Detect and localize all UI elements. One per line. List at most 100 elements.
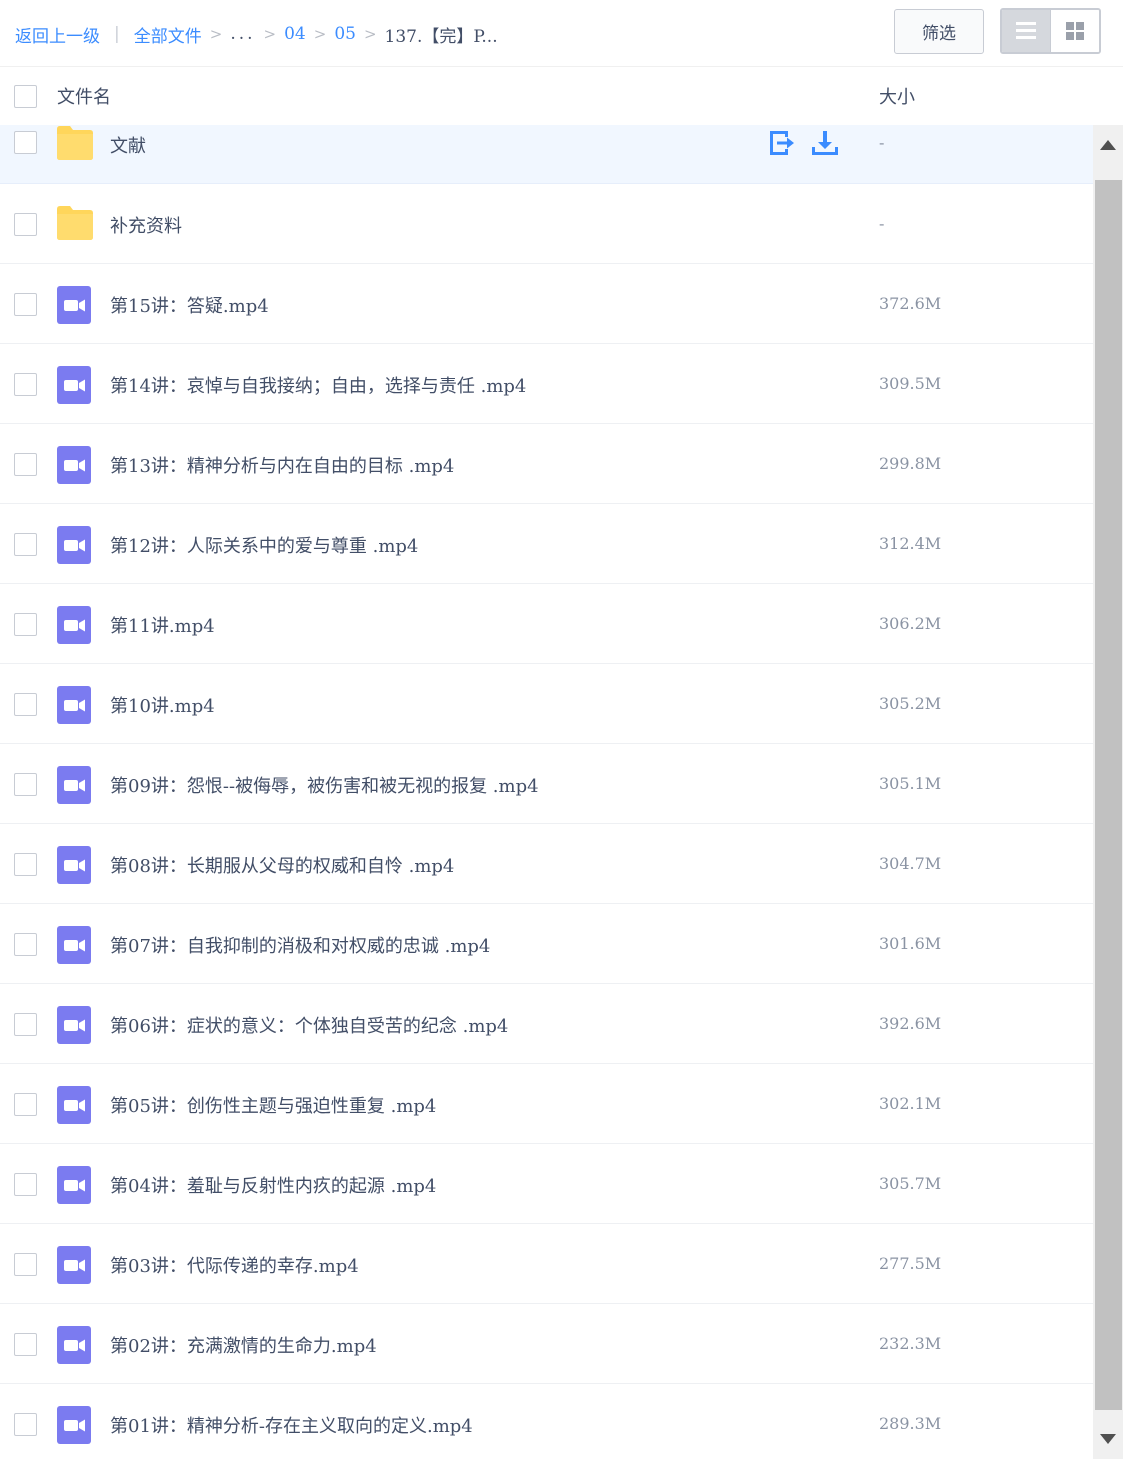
row-checkbox[interactable] [14,131,37,154]
list-item[interactable]: 第03讲：代际传递的幸存.mp4 277.5M [0,1224,1093,1304]
row-checkbox[interactable] [14,1333,37,1356]
name-column-header[interactable]: 文件名 [57,83,111,109]
filter-button[interactable]: 筛选 [894,9,984,54]
breadcrumb-root[interactable]: 全部文件 [134,22,202,47]
caret-up-icon [1100,140,1116,150]
file-name[interactable]: 第02讲：充满激情的生命力.mp4 [110,1332,377,1358]
file-size: 305.2M [879,694,942,713]
list-view-button[interactable] [1002,10,1050,52]
list-item[interactable]: 第04讲：羞耻与反射性内疚的起源 .mp4 305.7M [0,1144,1093,1224]
toolbar: 返回上一级 | 全部文件 > ... > 04 > 05 > 137.【完】P.… [0,0,1123,67]
row-checkbox[interactable] [14,693,37,716]
list-item[interactable]: 第15讲：答疑.mp4 372.6M [0,264,1093,344]
grid-view-icon [1066,22,1084,40]
file-size: 305.1M [879,774,942,793]
list-item[interactable]: 第12讲：人际关系中的爱与尊重 .mp4 312.4M [0,504,1093,584]
file-size: 312.4M [879,534,942,553]
video-file-icon [57,686,91,724]
back-link[interactable]: 返回上一级 [15,22,100,47]
file-name[interactable]: 第03讲：代际传递的幸存.mp4 [110,1252,359,1278]
folder-icon [57,206,93,240]
list-item[interactable]: 补充资料 - [0,184,1093,264]
row-checkbox[interactable] [14,213,37,236]
row-checkbox[interactable] [14,1253,37,1276]
row-checkbox[interactable] [14,1013,37,1036]
scrollbar-thumb[interactable] [1095,180,1122,1410]
row-checkbox[interactable] [14,453,37,476]
row-checkbox[interactable] [14,533,37,556]
row-checkbox[interactable] [14,853,37,876]
row-actions [766,128,840,158]
chevron-right-icon: > [313,25,327,43]
file-name[interactable]: 第10讲.mp4 [110,692,215,718]
select-all-checkbox[interactable] [14,85,37,108]
row-checkbox[interactable] [14,933,37,956]
breadcrumb-item[interactable]: 05 [334,24,356,44]
file-list: 文献 - 补充资料 - 第15讲：答疑.mp4 372.6M 第14讲：哀悼与自… [0,125,1093,1459]
file-size: 301.6M [879,934,942,953]
video-file-icon [57,1086,91,1124]
grid-view-button[interactable] [1050,10,1099,52]
video-file-icon [57,286,91,324]
file-name[interactable]: 补充资料 [110,212,182,238]
scroll-down-button[interactable] [1093,1419,1123,1459]
scroll-up-button[interactable] [1093,125,1123,165]
vertical-scrollbar[interactable] [1093,125,1123,1459]
breadcrumb-ellipsis[interactable]: ... [230,24,255,44]
row-checkbox[interactable] [14,613,37,636]
row-checkbox[interactable] [14,293,37,316]
file-size: - [879,133,885,152]
row-checkbox[interactable] [14,773,37,796]
row-checkbox[interactable] [14,1413,37,1436]
breadcrumb-item[interactable]: 04 [284,24,306,44]
list-item[interactable]: 第13讲：精神分析与内在自由的目标 .mp4 299.8M [0,424,1093,504]
file-name[interactable]: 第15讲：答疑.mp4 [110,292,269,318]
row-checkbox[interactable] [14,1093,37,1116]
view-switch [1000,8,1101,54]
file-list-header: 文件名 大小 [0,67,1123,125]
file-name[interactable]: 第07讲：自我抑制的消极和对权威的忠诚 .mp4 [110,932,490,958]
video-file-icon [57,366,91,404]
video-file-icon [57,1246,91,1284]
file-size: 309.5M [879,374,942,393]
video-file-icon [57,526,91,564]
file-size: 299.8M [879,454,942,473]
file-name[interactable]: 第05讲：创伤性主题与强迫性重复 .mp4 [110,1092,436,1118]
row-checkbox[interactable] [14,373,37,396]
file-name[interactable]: 第11讲.mp4 [110,612,215,638]
video-file-icon [57,766,91,804]
list-item[interactable]: 第07讲：自我抑制的消极和对权威的忠诚 .mp4 301.6M [0,904,1093,984]
list-item[interactable]: 第01讲：精神分析-存在主义取向的定义.mp4 289.3M [0,1384,1093,1459]
file-name[interactable]: 第13讲：精神分析与内在自由的目标 .mp4 [110,452,454,478]
video-file-icon [57,606,91,644]
download-icon[interactable] [810,128,840,158]
file-name[interactable]: 第09讲：怨恨--被侮辱，被伤害和被无视的报复 .mp4 [110,772,539,798]
list-item[interactable]: 第06讲：症状的意义：个体独自受苦的纪念 .mp4 392.6M [0,984,1093,1064]
file-name[interactable]: 第06讲：症状的意义：个体独自受苦的纪念 .mp4 [110,1012,508,1038]
row-checkbox[interactable] [14,1173,37,1196]
file-name[interactable]: 第01讲：精神分析-存在主义取向的定义.mp4 [110,1412,473,1438]
file-size: 304.7M [879,854,942,873]
list-item[interactable]: 第14讲：哀悼与自我接纳；自由，选择与责任 .mp4 309.5M [0,344,1093,424]
list-item[interactable]: 第05讲：创伤性主题与强迫性重复 .mp4 302.1M [0,1064,1093,1144]
video-file-icon [57,846,91,884]
file-size: 232.3M [879,1334,942,1353]
file-name[interactable]: 第04讲：羞耻与反射性内疚的起源 .mp4 [110,1172,436,1198]
list-item[interactable]: 第10讲.mp4 305.2M [0,664,1093,744]
file-size: 306.2M [879,614,942,633]
video-file-icon [57,446,91,484]
file-name[interactable]: 第08讲：长期服从父母的权威和自怜 .mp4 [110,852,454,878]
list-item[interactable]: 第02讲：充满激情的生命力.mp4 232.3M [0,1304,1093,1384]
file-size: 392.6M [879,1014,942,1033]
chevron-right-icon: > [363,25,377,43]
list-item[interactable]: 第09讲：怨恨--被侮辱，被伤害和被无视的报复 .mp4 305.1M [0,744,1093,824]
save-to-drive-icon[interactable] [766,128,796,158]
list-item[interactable]: 文献 - [0,125,1093,184]
size-column-header[interactable]: 大小 [879,83,915,109]
file-name[interactable]: 第12讲：人际关系中的爱与尊重 .mp4 [110,532,418,558]
file-name[interactable]: 第14讲：哀悼与自我接纳；自由，选择与责任 .mp4 [110,372,526,398]
file-name[interactable]: 文献 [110,132,146,158]
video-file-icon [57,1166,91,1204]
list-item[interactable]: 第08讲：长期服从父母的权威和自怜 .mp4 304.7M [0,824,1093,904]
list-item[interactable]: 第11讲.mp4 306.2M [0,584,1093,664]
